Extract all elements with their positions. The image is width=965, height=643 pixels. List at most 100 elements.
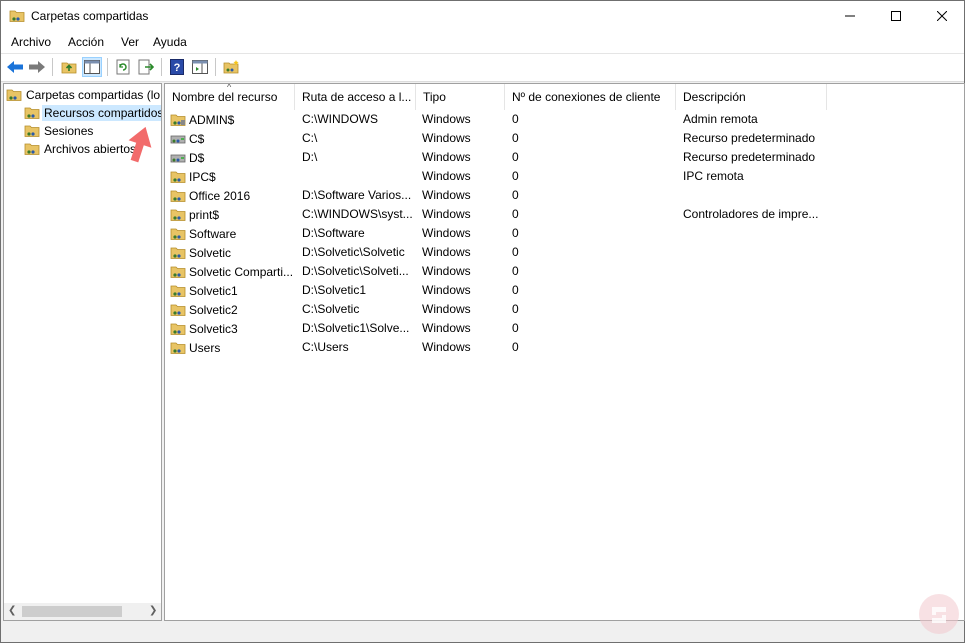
cell-description: Recurso predeterminado [683, 131, 816, 145]
table-row[interactable]: ADMIN$ C:\WINDOWS Windows 0 Admin remota [165, 110, 964, 129]
refresh-icon [116, 59, 130, 75]
table-row[interactable]: D$ D:\ Windows 0 Recurso predeterminado [165, 148, 964, 167]
shared-folder-icon [6, 89, 22, 101]
action-pane-button[interactable] [190, 57, 210, 77]
scroll-left-icon[interactable]: ❮ [8, 605, 16, 616]
console-tree-icon [84, 60, 100, 74]
cell-name: Solvetic3 [170, 321, 295, 337]
table-row[interactable]: C$ C:\ Windows 0 Recurso predeterminado [165, 129, 964, 148]
shared-folder-icon [170, 342, 186, 354]
shared-folder-icon [24, 125, 40, 137]
cell-type: Windows [422, 264, 471, 278]
folder-up-icon [61, 62, 77, 74]
title-bar[interactable]: Carpetas compartidas [1, 1, 964, 31]
table-row[interactable]: print$ C:\WINDOWS\syst... Windows 0 Controla… [165, 205, 964, 224]
close-button[interactable] [919, 1, 965, 31]
drive-share-icon [170, 135, 186, 144]
share-name: D$ [189, 151, 205, 165]
column-header-type[interactable]: Tipo [416, 84, 505, 110]
cell-connections: 0 [512, 188, 519, 202]
column-header-name[interactable]: ^ Nombre del recurso [165, 84, 295, 110]
console-tree[interactable]: Carpetas compartidas (lo Recursos compar… [3, 83, 162, 621]
cell-path: D:\ [302, 150, 318, 164]
help-button[interactable]: ? [167, 57, 187, 77]
cell-type: Windows [422, 226, 471, 240]
cell-name: Solvetic1 [170, 283, 295, 299]
table-row[interactable]: Solvetic3 D:\Solvetic1\Solve... Windows 0 [165, 319, 964, 338]
table-row[interactable]: Solvetic D:\Solvetic\Solvetic Windows 0 [165, 243, 964, 262]
new-share-button[interactable] [221, 57, 241, 77]
share-name: ADMIN$ [189, 113, 235, 127]
tree-item-recursos-compartidos[interactable]: Recursos compartidos [24, 104, 161, 122]
forward-arrow-icon [29, 61, 45, 73]
table-row[interactable]: Office 2016 D:\Software Varios... Windows 0 [165, 186, 964, 205]
scroll-right-icon[interactable]: ❯ [149, 605, 157, 616]
cell-connections: 0 [512, 226, 519, 240]
cell-connections: 0 [512, 245, 519, 259]
sort-ascending-icon: ^ [227, 84, 232, 92]
tree-horizontal-scrollbar[interactable]: ❮ ❯ [4, 603, 161, 620]
back-arrow-icon [7, 61, 23, 73]
cell-name: ADMIN$ [170, 112, 295, 128]
scrollbar-thumb[interactable] [22, 606, 122, 617]
cell-connections: 0 [512, 264, 519, 278]
cell-name: print$ [170, 207, 295, 223]
toolbar: ? [1, 54, 964, 82]
forward-button[interactable] [27, 57, 47, 77]
action-pane-icon [192, 60, 208, 74]
cell-connections: 0 [512, 302, 519, 316]
menu-ver[interactable]: Ver [121, 35, 139, 49]
column-header-path[interactable]: Ruta de acceso a l... [295, 84, 416, 110]
share-name: Solvetic [189, 246, 232, 260]
cell-name: Users [170, 340, 295, 356]
cell-path: D:\Solvetic1\Solve... [302, 321, 410, 335]
refresh-button[interactable] [113, 57, 133, 77]
table-row[interactable]: Users C:\Users Windows 0 [165, 338, 964, 357]
table-row[interactable]: Solvetic1 D:\Solvetic1 Windows 0 [165, 281, 964, 300]
cell-description: Recurso predeterminado [683, 150, 816, 164]
tree-item-archivos-abiertos[interactable]: Archivos abiertos [24, 140, 136, 158]
cell-description: IPC remota [683, 169, 744, 183]
table-row[interactable]: Solvetic2 C:\Solvetic Windows 0 [165, 300, 964, 319]
tree-item-sesiones[interactable]: Sesiones [24, 122, 93, 140]
cell-path: D:\Software [302, 226, 365, 240]
shared-folder-icon [170, 247, 186, 259]
shares-list-view[interactable]: ^ Nombre del recurso Ruta de acceso a l.… [164, 83, 965, 621]
share-name: Office 2016 [189, 189, 251, 203]
cell-path: D:\Solvetic1 [302, 283, 367, 297]
export-list-button[interactable] [136, 57, 156, 77]
column-header-description[interactable]: Descripción [676, 84, 827, 110]
table-row[interactable]: IPC$ Windows 0 IPC remota [165, 167, 964, 186]
tree-item-label: Sesiones [44, 124, 94, 138]
minimize-button[interactable] [827, 1, 873, 31]
up-one-level-button[interactable] [59, 57, 79, 77]
shared-folder-icon [170, 285, 186, 297]
maximize-button[interactable] [873, 1, 919, 31]
share-name: IPC$ [189, 170, 216, 184]
column-header-connections[interactable]: Nº de conexiones de cliente [505, 84, 676, 110]
minimize-icon [845, 15, 855, 17]
new-shared-folder-icon [223, 60, 239, 74]
table-row[interactable]: Solvetic Comparti... D:\Solvetic\Solveti.… [165, 262, 964, 281]
cell-type: Windows [422, 112, 471, 126]
show-hide-console-tree-button[interactable] [82, 57, 102, 77]
cell-connections: 0 [512, 131, 519, 145]
table-row[interactable]: Software D:\Software Windows 0 [165, 224, 964, 243]
cell-name: IPC$ [170, 169, 295, 185]
cell-path: C:\ [302, 131, 318, 145]
cell-connections: 0 [512, 169, 519, 183]
back-button[interactable] [5, 57, 25, 77]
menu-accion[interactable]: Acción [68, 35, 104, 49]
tree-root-shared-folders[interactable]: Carpetas compartidas (lo [6, 86, 160, 104]
shared-folders-window: Carpetas compartidas Archivo Acción Ver … [0, 0, 965, 643]
cell-type: Windows [422, 150, 471, 164]
cell-path: D:\Software Varios... [302, 188, 412, 202]
cell-path: D:\Solvetic\Solvetic [302, 245, 405, 259]
cell-type: Windows [422, 321, 471, 335]
shared-folder-icon [170, 209, 186, 221]
shared-folder-icon [24, 143, 40, 155]
menu-archivo[interactable]: Archivo [11, 35, 51, 49]
menu-ayuda[interactable]: Ayuda [153, 35, 187, 49]
shared-folder-icon [24, 107, 40, 119]
cell-connections: 0 [512, 207, 519, 221]
